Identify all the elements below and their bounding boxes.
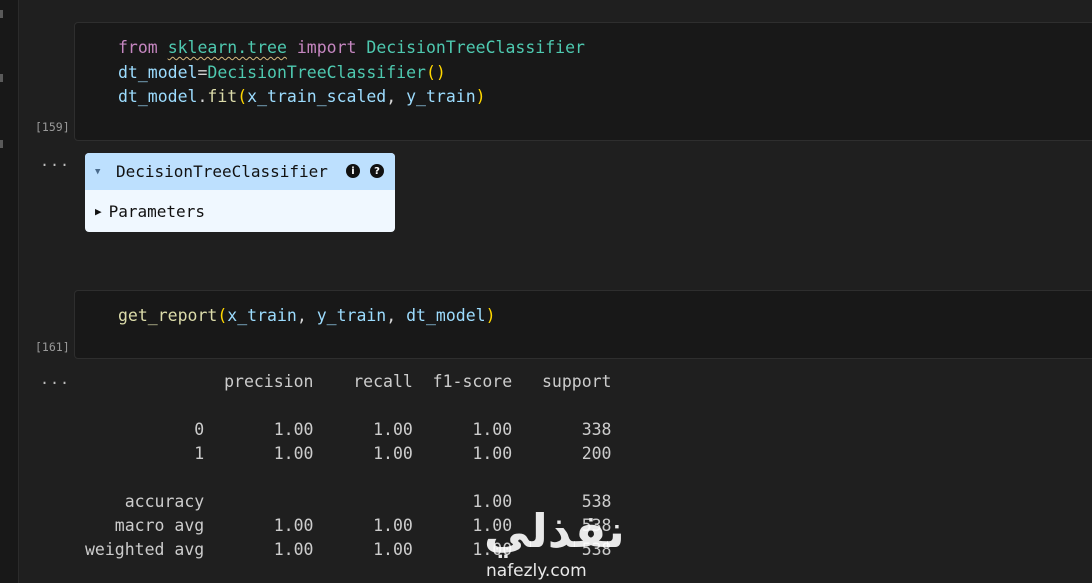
keyword: from (118, 38, 158, 57)
output-menu-icon[interactable]: ... (40, 370, 70, 388)
argument: x_train_scaled (247, 87, 387, 106)
estimator-name: DecisionTreeClassifier (116, 162, 328, 181)
output-menu-icon[interactable]: ... (40, 152, 70, 170)
function-name: fit (207, 87, 238, 106)
paren: ( (425, 62, 436, 82)
activity-indicator (0, 74, 3, 82)
separator: , (296, 306, 317, 325)
code-line: dt_model=DecisionTreeClassifier() (118, 61, 585, 86)
code-editor[interactable]: from sklearn.tree import DecisionTreeCla… (118, 36, 585, 110)
paren: ( (217, 306, 228, 325)
separator: , (386, 306, 407, 325)
estimator-widget: ▼ DecisionTreeClassifier i ? ▶ Parameter… (85, 153, 395, 232)
activity-indicator (0, 10, 3, 18)
paren: ) (485, 306, 496, 325)
parameters-label: Parameters (108, 201, 205, 221)
argument: dt_model (406, 306, 486, 325)
code-line: dt_model.fit(x_train_scaled, y_train) (118, 85, 585, 110)
code-cell-159[interactable]: from sklearn.tree import DecisionTreeCla… (74, 22, 1092, 141)
estimator-header[interactable]: ▼ DecisionTreeClassifier i ? (85, 153, 395, 190)
expand-triangle-icon: ▶ (95, 204, 102, 218)
separator: , (386, 87, 407, 106)
watermark-url: nafezly.com (486, 561, 587, 581)
keyword: import (296, 38, 357, 57)
argument: y_train (406, 87, 476, 106)
collapse-triangle-icon: ▼ (95, 166, 101, 177)
execution-count: [159] (35, 120, 70, 134)
code-line: get_report(x_train, y_train, dt_model) (118, 304, 496, 329)
operator: = (197, 62, 208, 82)
class-name: DecisionTreeClassifier (366, 38, 585, 57)
execution-count: [161] (35, 340, 70, 354)
activity-bar (0, 0, 19, 583)
code-cell-161[interactable]: get_report(x_train, y_train, dt_model) (74, 290, 1092, 359)
code-editor[interactable]: get_report(x_train, y_train, dt_model) (118, 304, 496, 329)
variable: dt_model (118, 87, 198, 106)
argument: x_train (227, 306, 297, 325)
argument: y_train (316, 306, 387, 325)
paren: ) (435, 62, 446, 82)
operator: . (197, 87, 208, 106)
help-icon[interactable]: ? (370, 164, 384, 178)
parameters-toggle[interactable]: ▶ Parameters (85, 190, 395, 232)
variable: dt_model (118, 62, 198, 82)
function-name: get_report (118, 306, 218, 325)
watermark-logo: نفذلي (484, 504, 625, 558)
paren: ( (237, 87, 248, 106)
activity-indicator (0, 140, 3, 148)
paren: ) (475, 87, 486, 106)
module-name: sklearn.tree (167, 38, 287, 57)
class-name: DecisionTreeClassifier (207, 62, 426, 82)
watermark: نفذلي nafezly.com (484, 505, 625, 583)
info-icon[interactable]: i (346, 164, 360, 178)
code-line: from sklearn.tree import DecisionTreeCla… (118, 36, 585, 61)
